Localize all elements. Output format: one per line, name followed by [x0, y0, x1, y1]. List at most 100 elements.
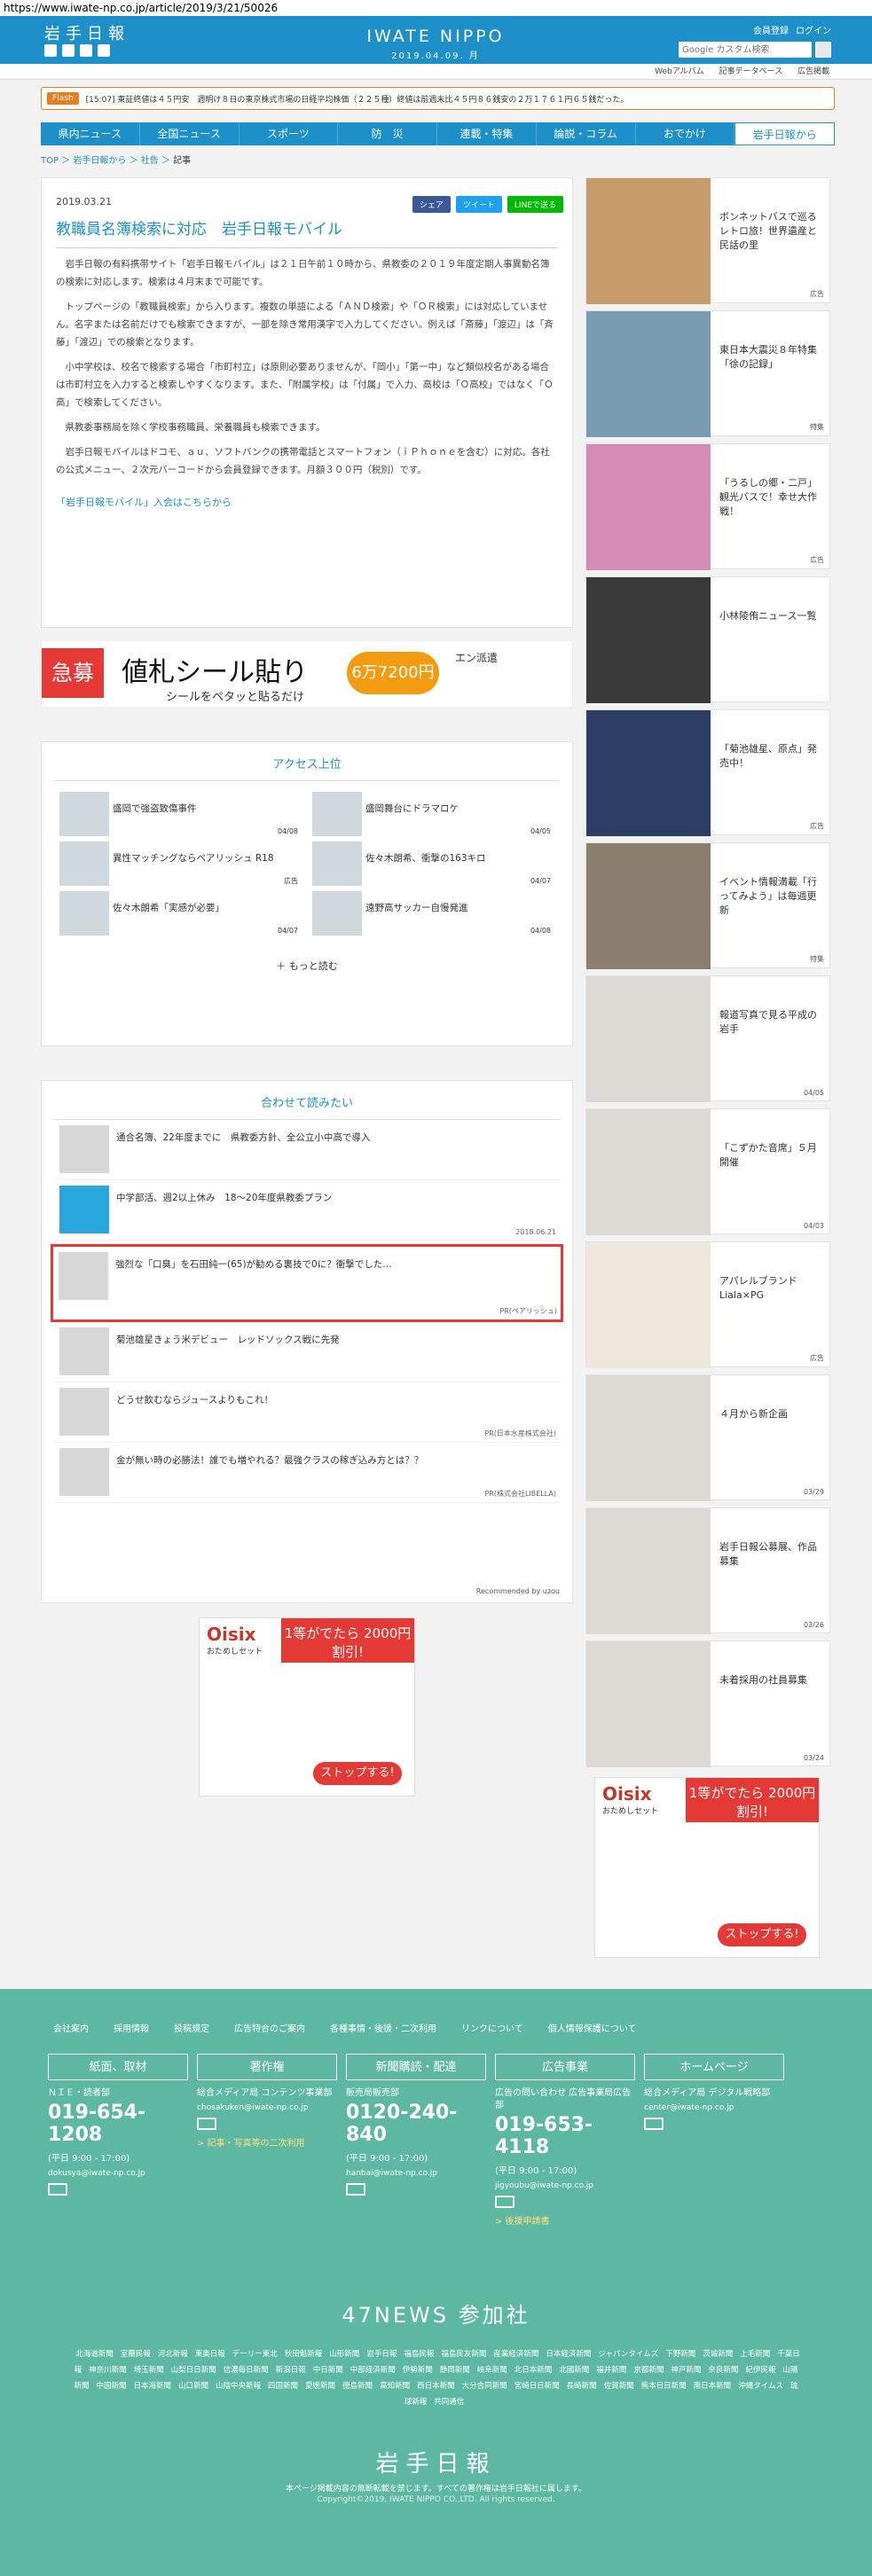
partner-paper-link[interactable]: ジャパンタイムズ [598, 2350, 658, 2359]
list-item[interactable]: 金が無い時の必勝法！誰でも増やれる？最強クラスの稼ぎ込み方とは？？ PR(株式会社… [54, 1443, 560, 1503]
instagram-icon[interactable] [98, 44, 110, 57]
side-card[interactable]: 「菊池雄星、原点」発売中！ 広告 [585, 709, 830, 836]
partner-paper-link[interactable]: 熊本日日新聞 [641, 2382, 687, 2391]
partner-paper-link[interactable]: 上毛新聞 [740, 2350, 770, 2359]
partner-paper-link[interactable]: 山陰中央新報 [216, 2382, 261, 2391]
partner-paper-link[interactable]: 福島民報 [404, 2350, 434, 2359]
nav-item-disaster[interactable]: 防 災 [338, 122, 437, 145]
ranking-item[interactable]: 佐々木朗希「実感が必要」 04/07 [54, 889, 307, 939]
partner-paper-link[interactable]: 西日本新聞 [417, 2382, 455, 2391]
nav-item-features[interactable]: 連載・特集 [437, 122, 537, 145]
contact-box[interactable]: 新聞購読・配達 [346, 2054, 486, 2080]
partner-paper-link[interactable]: 山梨日日新聞 [171, 2366, 216, 2375]
footer-link[interactable]: 投稿規定 [174, 2021, 209, 2034]
partner-paper-link[interactable]: 信濃毎日新聞 [224, 2366, 269, 2375]
side-card[interactable]: ４月から新企画 03/29 [585, 1374, 830, 1501]
side-card[interactable]: 東日本大震災８年特集「徐の記録」 特集 [585, 310, 830, 437]
youtube-icon[interactable] [80, 44, 92, 57]
side-card[interactable]: 報道写真で見る平成の岩手 04/05 [585, 975, 830, 1102]
partner-paper-link[interactable]: 秋田魁新報 [285, 2350, 323, 2359]
side-card[interactable]: 小林陵侑ニュース一覧 [585, 576, 830, 703]
side-card[interactable]: 未着採用の社員募集 03/24 [585, 1640, 830, 1767]
partner-paper-link[interactable]: 産業経済新聞 [493, 2350, 538, 2359]
nav-item-from-iwate[interactable]: 岩手日報から [735, 122, 835, 145]
ranking-item[interactable]: 遠野高サッカー自慢発進 04/08 [307, 889, 560, 939]
ranking-item[interactable]: 盛岡で強盗致傷事件 04/08 [54, 790, 307, 840]
center-logo[interactable]: IWATE NIPPO 2019.04.09. 月 [351, 27, 520, 61]
partner-paper-link[interactable]: 紀伊民報 [745, 2366, 775, 2375]
partner-paper-link[interactable]: 山口新聞 [178, 2382, 208, 2391]
more-button[interactable]: ＋ もっと読む [54, 959, 560, 973]
partner-paper-link[interactable]: 福井新聞 [596, 2366, 626, 2375]
contact-email[interactable]: dokusya@iwate-np.co.jp [48, 2169, 188, 2178]
phone-number[interactable]: 019-653-4118 [495, 2114, 635, 2158]
partner-paper-link[interactable]: 茨城新聞 [703, 2350, 733, 2359]
ranking-item[interactable]: 佐々木朗希、衝撃の163キロ 04/07 [307, 840, 560, 889]
contact-email[interactable]: hanbai@iwate-np.co.jp [346, 2169, 486, 2178]
list-item[interactable]: どうせ飲むならジュースよりもこれ！ PR(日本水産株式会社) [54, 1382, 560, 1443]
partner-paper-link[interactable]: 徳島新聞 [342, 2382, 373, 2391]
register-link[interactable]: 会員登録 [753, 27, 789, 36]
contact-email[interactable]: jigyoubu@iwate-np.co.jp [495, 2181, 635, 2190]
footer-link[interactable]: 各種事情・後援・二次利用 [330, 2021, 436, 2034]
mail-icon[interactable] [346, 2183, 365, 2196]
side-card[interactable]: ボンネットバスで巡るレトロ旅！世界遺産と民話の里 広告 [585, 177, 830, 304]
partner-paper-link[interactable]: 東奥日報 [195, 2350, 225, 2359]
nav-item-national[interactable]: 全国ニュース [140, 122, 240, 145]
partner-paper-link[interactable]: 中日新聞 [313, 2366, 343, 2375]
footer-link[interactable]: 広告特合のご案内 [234, 2021, 305, 2034]
contact-box[interactable]: 紙面、取材 [48, 2054, 188, 2080]
partner-paper-link[interactable]: 日本海新聞 [133, 2382, 171, 2391]
partner-paper-link[interactable]: 四国新聞 [268, 2382, 298, 2391]
facebook-share-button[interactable]: シェア [412, 196, 451, 213]
job-ad-banner[interactable]: 急募 値札シール貼り シールをペタッと貼るだけ 6万7200円 エン派遣 [41, 640, 573, 708]
partner-paper-link[interactable]: 高知新聞 [380, 2382, 410, 2391]
side-card[interactable]: アパレルブランド Liala×PG 広告 [585, 1241, 830, 1368]
partner-paper-link[interactable]: 岩手日報 [366, 2350, 397, 2359]
phone-number[interactable]: 019-654-1208 [48, 2102, 188, 2146]
url-bar[interactable]: https://www.iwate-np.co.jp/article/2019/… [0, 0, 872, 16]
partner-paper-link[interactable]: 神戸新聞 [671, 2366, 701, 2375]
partner-paper-link[interactable]: 宮崎日日新聞 [515, 2382, 560, 2391]
footer-link[interactable]: 採用情報 [114, 2021, 149, 2034]
partner-paper-link[interactable]: 下野新聞 [665, 2350, 695, 2359]
ranking-item[interactable]: 盛岡舞台にドラマロケ 04/05 [307, 790, 560, 840]
partner-paper-link[interactable]: 福島民友新聞 [441, 2350, 486, 2359]
partner-paper-link[interactable]: 北日本新聞 [515, 2366, 553, 2375]
nav-item-editorial[interactable]: 論説・コラム [537, 122, 636, 145]
site-logo[interactable]: 岩手日報 [44, 21, 130, 44]
contact-box[interactable]: ホームページ [644, 2054, 784, 2080]
partner-paper-link[interactable]: 中部経済新聞 [350, 2366, 396, 2375]
partner-paper-link[interactable]: 中国新聞 [96, 2382, 126, 2391]
partner-paper-link[interactable]: 室蘭民報 [121, 2350, 151, 2359]
partner-paper-link[interactable]: 沖縄タイムス [738, 2382, 783, 2391]
footer-link[interactable]: 個人情報保護について [548, 2021, 637, 2034]
partner-paper-link[interactable]: 京都新聞 [633, 2366, 664, 2375]
footer-logo[interactable]: 岩手日報 [0, 2446, 872, 2478]
partner-paper-link[interactable]: 奈良新聞 [708, 2366, 738, 2375]
partner-paper-link[interactable]: 日本経済新聞 [546, 2350, 591, 2359]
side-card[interactable]: 「こずかた音席」５月開催 04/03 [585, 1108, 830, 1235]
footer-link[interactable]: リンクについて [461, 2021, 523, 2034]
partner-paper-link[interactable]: 長崎新聞 [567, 2382, 597, 2391]
ranking-item[interactable]: 異性マッチングならペアリッシュ R18 広告 [54, 840, 307, 889]
list-item[interactable]: 中学部活、週2以上休み 18〜20年度県教委プラン 2018.06.21 [54, 1180, 560, 1241]
mail-icon[interactable] [495, 2196, 515, 2208]
twitter-icon[interactable] [44, 44, 57, 57]
mail-icon[interactable] [197, 2118, 216, 2130]
partner-paper-link[interactable]: 大分合同新聞 [462, 2382, 507, 2391]
partner-paper-link[interactable]: 岐阜新聞 [477, 2366, 507, 2375]
side-card[interactable]: イベント情報満載「行ってみよう」は毎週更新 特集 [585, 842, 830, 969]
search-input[interactable] [679, 42, 812, 58]
nav-item-outing[interactable]: おでかけ [636, 122, 735, 145]
crumb-from-iwate[interactable]: 岩手日報から [73, 156, 126, 166]
partner-paper-link[interactable]: 共同通信 [434, 2398, 464, 2407]
partner-paper-link[interactable]: 神奈川新聞 [89, 2366, 127, 2375]
partner-paper-link[interactable]: 静岡新聞 [440, 2366, 470, 2375]
contact-extra-link[interactable]: > 後援申請書 [495, 2213, 635, 2227]
contact-email[interactable]: chosakuken@iwate-np.co.jp [197, 2103, 337, 2112]
partner-paper-link[interactable]: デーリー東北 [232, 2350, 278, 2359]
contact-extra-link[interactable]: > 記事・写真等の二次利用 [197, 2135, 337, 2149]
flash-news[interactable]: Flash [15:07] 東証終値は４５円安 週明け８日の東京株式市場の日経平… [41, 87, 835, 110]
partner-paper-link[interactable]: 南日本新聞 [694, 2382, 732, 2391]
